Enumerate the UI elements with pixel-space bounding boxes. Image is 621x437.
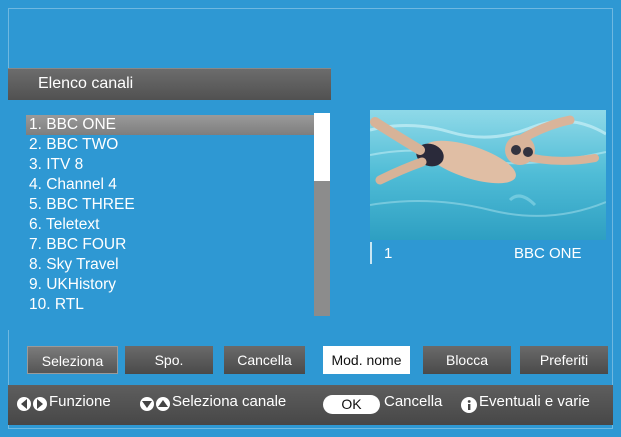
page-title: Elenco canali xyxy=(38,75,134,92)
channel-item-6[interactable]: 6. Teletext xyxy=(26,215,316,235)
info-glyph-icon xyxy=(467,400,471,410)
help-funzione: Funzione xyxy=(49,393,111,410)
help-eventuali: Eventuali e varie xyxy=(479,393,590,410)
ok-key-icon: OK xyxy=(323,395,380,414)
channel-item-7[interactable]: 7. BBC FOUR xyxy=(26,235,316,255)
channel-item-2[interactable]: 2. BBC TWO xyxy=(26,135,316,155)
help-seleziona-canale: Seleziona canale xyxy=(172,393,287,410)
preferiti-button[interactable]: Preferiti xyxy=(520,346,608,374)
channel-item-10[interactable]: 10. RTL xyxy=(26,295,316,315)
preview-channel-number: 1 xyxy=(384,245,393,262)
channel-item-4[interactable]: 4. Channel 4 xyxy=(26,175,316,195)
mod-nome-button[interactable]: Mod. nome xyxy=(323,346,410,374)
blocca-button[interactable]: Blocca xyxy=(423,346,511,374)
channel-item-3[interactable]: 3. ITV 8 xyxy=(26,155,316,175)
scrollbar[interactable] xyxy=(314,113,330,316)
help-cancella: Cancella xyxy=(384,393,443,410)
seleziona-button[interactable]: Seleziona xyxy=(27,346,118,374)
title-bar: Elenco canali xyxy=(8,68,331,100)
preview-channel-name: BBC ONE xyxy=(514,245,582,262)
left-right-arrows-icon xyxy=(21,399,43,409)
channel-item-8[interactable]: 8. Sky Travel xyxy=(26,255,316,275)
channel-list-panel: 1. BBC ONE 2. BBC TWO 3. ITV 8 4. Channe… xyxy=(8,100,331,330)
up-down-arrows-icon xyxy=(142,400,168,408)
swimmer-preview-icon xyxy=(370,110,606,240)
channel-list[interactable]: 1. BBC ONE 2. BBC TWO 3. ITV 8 4. Channe… xyxy=(26,115,316,315)
channel-item-1[interactable]: 1. BBC ONE xyxy=(26,115,316,135)
channel-item-9[interactable]: 9. UKHistory xyxy=(26,275,316,295)
channel-item-5[interactable]: 5. BBC THREE xyxy=(26,195,316,215)
scrollbar-thumb[interactable] xyxy=(314,113,330,181)
channel-preview-image xyxy=(370,110,606,240)
cancella-button[interactable]: Cancella xyxy=(224,346,305,374)
spo-button[interactable]: Spo. xyxy=(125,346,213,374)
